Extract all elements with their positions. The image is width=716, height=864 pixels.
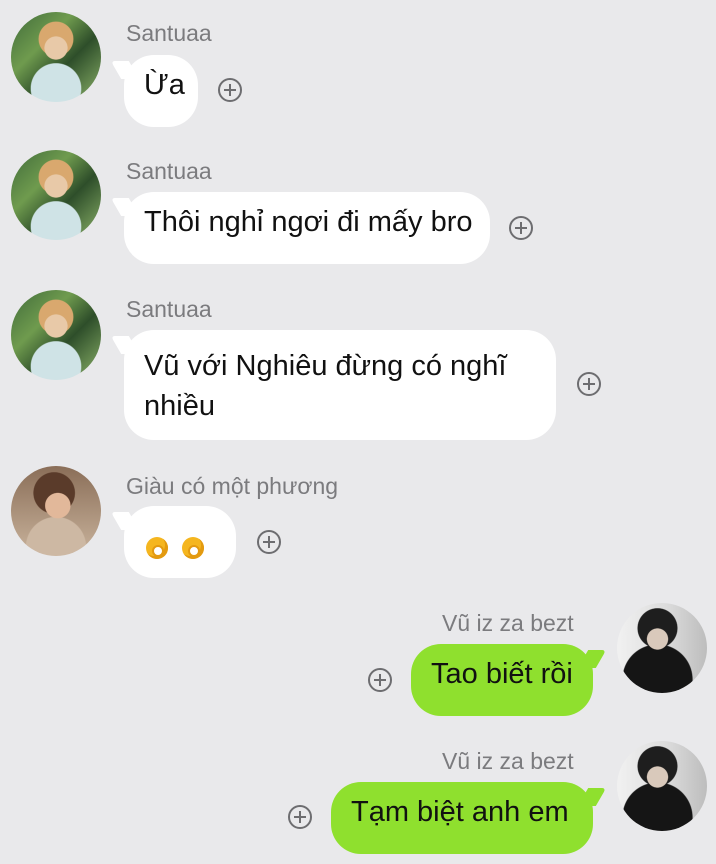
add-reaction-icon[interactable] xyxy=(288,805,312,829)
message-bubble[interactable]: Thôi nghỉ ngơi đi mấy bro xyxy=(124,192,490,264)
sender-name: Vũ iz za bezt xyxy=(442,610,574,636)
add-reaction-icon[interactable] xyxy=(257,530,281,554)
sender-name: Santuaa xyxy=(126,20,212,46)
sender-name: Vũ iz za bezt xyxy=(442,748,574,774)
add-reaction-icon[interactable] xyxy=(577,372,601,396)
sender-name: Santuaa xyxy=(126,158,212,184)
message-bubble[interactable]: Vũ với Nghiêu đừng có nghĩ nhiều xyxy=(124,330,556,440)
add-reaction-icon[interactable] xyxy=(218,78,242,102)
add-reaction-icon[interactable] xyxy=(368,668,392,692)
message-bubble[interactable]: 👌👌 xyxy=(124,506,236,578)
ok-hand-emoji-icon xyxy=(180,525,206,561)
sender-avatar[interactable] xyxy=(617,741,707,831)
sender-avatar[interactable] xyxy=(617,603,707,693)
message-bubble[interactable]: Tao biết rồi xyxy=(411,644,593,716)
sender-name: Giàu có một phương xyxy=(126,473,339,499)
message-bubble[interactable]: Tạm biệt anh em xyxy=(331,782,593,854)
sender-avatar[interactable] xyxy=(11,12,101,102)
ok-hand-emoji-icon xyxy=(144,525,170,561)
message-bubble[interactable]: Ừa xyxy=(124,55,198,127)
sender-name: Santuaa xyxy=(126,296,212,322)
sender-avatar[interactable] xyxy=(11,466,101,556)
sender-avatar[interactable] xyxy=(11,150,101,240)
add-reaction-icon[interactable] xyxy=(509,216,533,240)
sender-avatar[interactable] xyxy=(11,290,101,380)
